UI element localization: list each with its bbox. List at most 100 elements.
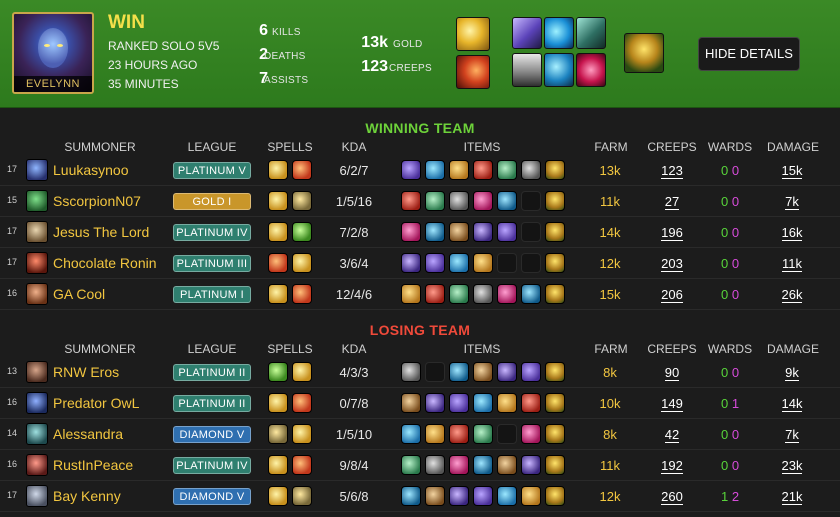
champion-avatar[interactable] [26, 159, 48, 181]
item-icon[interactable] [449, 222, 469, 242]
item-icon[interactable] [425, 284, 445, 304]
player-row[interactable]: 15 SscorpionN07 GOLD I 1/5/16 11k 27 0 0 7k [0, 186, 840, 217]
item-icon[interactable] [449, 455, 469, 475]
summoner-name-link[interactable]: Predator OwL [53, 395, 139, 411]
summoner-spell-icon[interactable] [268, 253, 288, 273]
item-icon[interactable] [425, 253, 445, 273]
summoner-name-link[interactable]: RustInPeace [53, 457, 133, 473]
summoner-spell-icon[interactable] [268, 362, 288, 382]
champion-avatar[interactable] [26, 392, 48, 414]
item-icon[interactable] [449, 362, 469, 382]
champion-portrait[interactable]: EVELYNN [12, 12, 94, 94]
player-row[interactable]: 16 GA Cool PLATINUM I 12/4/6 15k 206 0 0 26k [0, 279, 840, 310]
item-icon[interactable] [401, 393, 421, 413]
item-icon[interactable] [473, 160, 493, 180]
player-row[interactable]: 17 Luukasynoo PLATINUM V 6/2/7 13k 123 0 0 15k [0, 155, 840, 186]
item-icon[interactable] [401, 486, 421, 506]
item-icon[interactable] [401, 284, 421, 304]
item-icon[interactable] [473, 191, 493, 211]
summoner-spell-icon[interactable] [292, 253, 312, 273]
item-icon[interactable] [473, 455, 493, 475]
summoner-name-link[interactable]: Luukasynoo [53, 162, 129, 178]
item-icon[interactable] [401, 160, 421, 180]
item-icon[interactable] [473, 424, 493, 444]
trinket-icon[interactable] [624, 33, 664, 73]
item-icon[interactable] [425, 486, 445, 506]
summoner-name-link[interactable]: GA Cool [53, 286, 105, 302]
summoner-name-link[interactable]: SscorpionN07 [53, 193, 141, 209]
item-icon[interactable] [401, 424, 421, 444]
item-icon[interactable] [425, 160, 445, 180]
summoner-spell-icon[interactable] [268, 191, 288, 211]
item-icon[interactable] [449, 486, 469, 506]
trinket-icon[interactable] [545, 284, 565, 304]
champion-avatar[interactable] [26, 361, 48, 383]
item-icon[interactable] [497, 284, 517, 304]
item-icon[interactable] [449, 191, 469, 211]
trinket-icon[interactable] [545, 253, 565, 273]
item-icon[interactable] [521, 486, 541, 506]
player-row[interactable]: 16 RustInPeace PLATINUM IV 9/8/4 11k 192 0 0 23… [0, 450, 840, 481]
item-icon[interactable] [497, 362, 517, 382]
champion-avatar[interactable] [26, 221, 48, 243]
item-icon[interactable] [576, 53, 606, 87]
summoner-spell-icon[interactable] [268, 284, 288, 304]
trinket-icon[interactable] [545, 393, 565, 413]
item-icon[interactable] [449, 160, 469, 180]
summoner-spell-icon[interactable] [268, 424, 288, 444]
summoner-spell-icon[interactable] [292, 486, 312, 506]
summoner-spell-icon[interactable] [292, 362, 312, 382]
trinket-icon[interactable] [545, 160, 565, 180]
item-icon[interactable] [521, 455, 541, 475]
item-icon[interactable] [497, 455, 517, 475]
item-icon[interactable] [449, 424, 469, 444]
item-icon[interactable] [401, 362, 421, 382]
item-icon[interactable] [473, 284, 493, 304]
trinket-icon[interactable] [545, 486, 565, 506]
item-icon[interactable] [521, 393, 541, 413]
item-icon[interactable] [425, 393, 445, 413]
trinket-icon[interactable] [545, 191, 565, 211]
item-icon[interactable] [512, 53, 542, 87]
item-icon[interactable] [497, 393, 517, 413]
summoner-spell-icon[interactable] [292, 455, 312, 475]
summoner-name-link[interactable]: RNW Eros [53, 364, 119, 380]
item-icon[interactable] [473, 393, 493, 413]
item-icon[interactable] [497, 222, 517, 242]
trinket-icon[interactable] [545, 222, 565, 242]
summoner-spell-icon[interactable] [292, 424, 312, 444]
item-icon[interactable] [401, 191, 421, 211]
trinket-icon[interactable] [545, 455, 565, 475]
champion-avatar[interactable] [26, 454, 48, 476]
item-icon[interactable] [497, 191, 517, 211]
summoner-spell-icon[interactable] [268, 486, 288, 506]
summoner-spell-icon[interactable] [268, 455, 288, 475]
item-icon[interactable] [449, 393, 469, 413]
item-icon[interactable] [473, 486, 493, 506]
summoner-name-link[interactable]: Bay Kenny [53, 488, 121, 504]
summoner-spell-icon[interactable] [292, 160, 312, 180]
item-icon[interactable] [544, 53, 574, 87]
summoner-spell-icon[interactable] [292, 222, 312, 242]
item-icon[interactable] [425, 455, 445, 475]
player-row[interactable]: 16 Predator OwL PLATINUM II 0/7/8 10k 149 0 11… [0, 388, 840, 419]
item-icon[interactable] [425, 424, 445, 444]
player-row[interactable]: 17 Bay Kenny DIAMOND V 5/6/8 12k 260 1 2 21k [0, 481, 840, 512]
summoner-name-link[interactable]: Jesus The Lord [53, 224, 149, 240]
item-icon[interactable] [521, 284, 541, 304]
item-icon[interactable] [521, 160, 541, 180]
champion-avatar[interactable] [26, 252, 48, 274]
trinket-icon[interactable] [545, 424, 565, 444]
item-icon[interactable] [521, 424, 541, 444]
summoner-spell-icon[interactable] [292, 393, 312, 413]
summoner-spell-icon[interactable] [292, 284, 312, 304]
player-row[interactable]: 13 RNW Eros PLATINUM II 4/3/3 8k 90 0 0 9k [0, 357, 840, 388]
summoner-spell-icon[interactable] [292, 191, 312, 211]
champion-avatar[interactable] [26, 485, 48, 507]
item-icon[interactable] [521, 362, 541, 382]
player-row[interactable]: 14 Alessandra DIAMOND V 1/5/10 8k 42 0 0 7k [0, 419, 840, 450]
summoner-spell-icon[interactable] [268, 160, 288, 180]
player-row[interactable]: 17 Jesus The Lord PLATINUM IV 7/2/8 14k 196 0 … [0, 217, 840, 248]
item-icon[interactable] [473, 253, 493, 273]
champion-avatar[interactable] [26, 423, 48, 445]
